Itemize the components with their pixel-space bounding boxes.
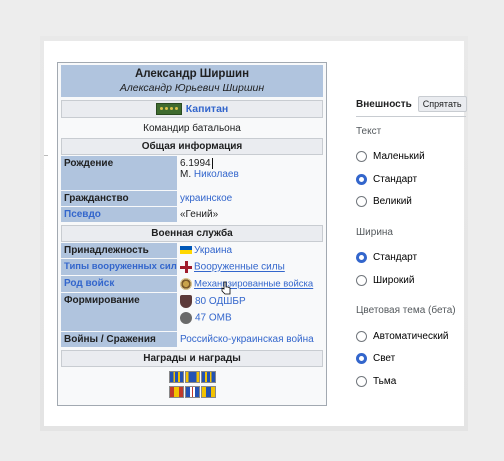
infobox: Александр Ширшин Александр Юрьевич Ширши… <box>57 62 327 406</box>
birth-label: Рождение <box>61 156 177 190</box>
row-branch: Род войск Механизированные войска <box>61 276 323 292</box>
option-label: Свет <box>373 353 396 364</box>
birth-place-link[interactable]: Николаев <box>194 169 239 180</box>
row-affiliation: Принадлежность Украина <box>61 243 323 258</box>
mechanized-emblem-icon <box>180 278 192 290</box>
rank-insignia-icon <box>155 103 182 115</box>
person-full-name: Александр Юрьевич Ширшин <box>119 82 265 94</box>
hide-button[interactable]: Спрятать <box>417 96 467 112</box>
award-ribbon-icon[interactable] <box>168 371 184 383</box>
width-option-wide[interactable]: Широкий <box>356 275 414 286</box>
radio-selected-icon[interactable] <box>356 252 367 263</box>
branch-link[interactable]: Механизированные войска <box>194 279 313 290</box>
affiliation-label: Принадлежность <box>61 243 177 258</box>
section-awards: Награды и награды <box>61 350 323 367</box>
theme-group-title: Цветовая тема (бета) <box>356 305 456 316</box>
radio-selected-icon[interactable] <box>356 353 367 364</box>
branch-label-link[interactable]: Род войск <box>61 276 177 292</box>
radio-icon[interactable] <box>356 331 367 342</box>
formation-2-link[interactable]: 47 ОМВ <box>195 313 232 324</box>
armed-forces-link[interactable]: Вооруженные силы <box>194 262 285 273</box>
award-ribbon-icon[interactable] <box>200 386 216 398</box>
rank-row: Капитан <box>61 100 323 118</box>
rank-link[interactable]: Капитан <box>186 103 229 115</box>
divider <box>44 155 48 156</box>
section-military: Военная служба <box>61 225 323 242</box>
infobox-title: Александр Ширшин Александр Юрьевич Ширши… <box>61 65 323 97</box>
alias-label-link[interactable]: Псевдо <box>61 207 177 222</box>
appearance-title: Внешность <box>356 98 412 110</box>
award-ribbon-icon[interactable] <box>200 371 216 383</box>
text-group-title: Текст <box>356 126 382 137</box>
armed-forces-label-link[interactable]: Типы вооруженных сил <box>61 259 177 275</box>
wars-link[interactable]: Российско-украинская война <box>180 334 314 345</box>
citizenship-link[interactable]: украинское <box>180 193 232 204</box>
award-ribbon-icon[interactable] <box>168 386 184 398</box>
row-wars: Войны / Сражения Российско-украинская во… <box>61 332 323 347</box>
text-option-standard[interactable]: Стандарт <box>356 174 417 185</box>
option-label: Автоматический <box>373 331 449 342</box>
radio-icon[interactable] <box>356 151 367 162</box>
birth-value: 6.1994 М. Николаев <box>177 156 323 190</box>
radio-icon[interactable] <box>356 376 367 387</box>
row-formation: Формирование 80 ОДШБР 47 ОМВ <box>61 293 323 331</box>
width-option-standard[interactable]: Стандарт <box>356 252 417 263</box>
armed-forces-emblem-icon <box>180 261 192 273</box>
width-group-title: Ширина <box>356 227 393 238</box>
wars-label: Войны / Сражения <box>61 332 177 347</box>
row-citizenship: Гражданство украинское <box>61 191 323 206</box>
text-option-small[interactable]: Маленький <box>356 151 425 162</box>
text-cursor <box>211 158 213 169</box>
option-label: Тьма <box>373 376 397 387</box>
formation-label: Формирование <box>61 293 177 331</box>
option-label: Маленький <box>373 151 425 162</box>
text-option-large[interactable]: Великий <box>356 196 412 207</box>
row-armed-forces: Типы вооруженных сил Вооруженные силы <box>61 259 323 275</box>
option-label: Широкий <box>373 275 415 286</box>
brigade-47-emblem-icon <box>180 312 192 324</box>
position-text: Командир батальона <box>143 123 241 134</box>
citizenship-label: Гражданство <box>61 191 177 206</box>
section-general: Общая информация <box>61 138 323 155</box>
radio-selected-icon[interactable] <box>356 174 367 185</box>
option-label: Стандарт <box>373 252 418 263</box>
award-ribbons <box>168 371 216 398</box>
radio-icon[interactable] <box>356 196 367 207</box>
option-label: Великий <box>373 196 412 207</box>
award-ribbon-icon[interactable] <box>184 386 200 398</box>
theme-option-light[interactable]: Свет <box>356 353 395 364</box>
person-name: Александр Ширшин <box>134 68 250 80</box>
option-label: Стандарт <box>373 174 418 185</box>
panel-divider <box>356 116 466 117</box>
brigade-80-emblem-icon <box>180 295 192 308</box>
radio-icon[interactable] <box>356 275 367 286</box>
hand-pointer-icon <box>221 281 231 295</box>
formation-1-link[interactable]: 80 ОДШБР <box>195 296 246 307</box>
ukraine-flag-icon <box>180 246 192 255</box>
row-alias: Псевдо «Гений» <box>61 207 323 222</box>
affiliation-link[interactable]: Украина <box>194 245 232 256</box>
theme-option-auto[interactable]: Автоматический <box>356 331 449 342</box>
alias-value: «Гений» <box>180 209 219 220</box>
appearance-panel: Внешность Спрятать <box>356 95 467 113</box>
theme-option-dark[interactable]: Тьма <box>356 376 396 387</box>
row-birth: Рождение 6.1994 М. Николаев <box>61 156 323 190</box>
birth-place-prefix: М. <box>180 169 192 181</box>
award-ribbon-icon[interactable] <box>184 371 200 383</box>
birth-date: 6.1994 <box>180 158 211 170</box>
